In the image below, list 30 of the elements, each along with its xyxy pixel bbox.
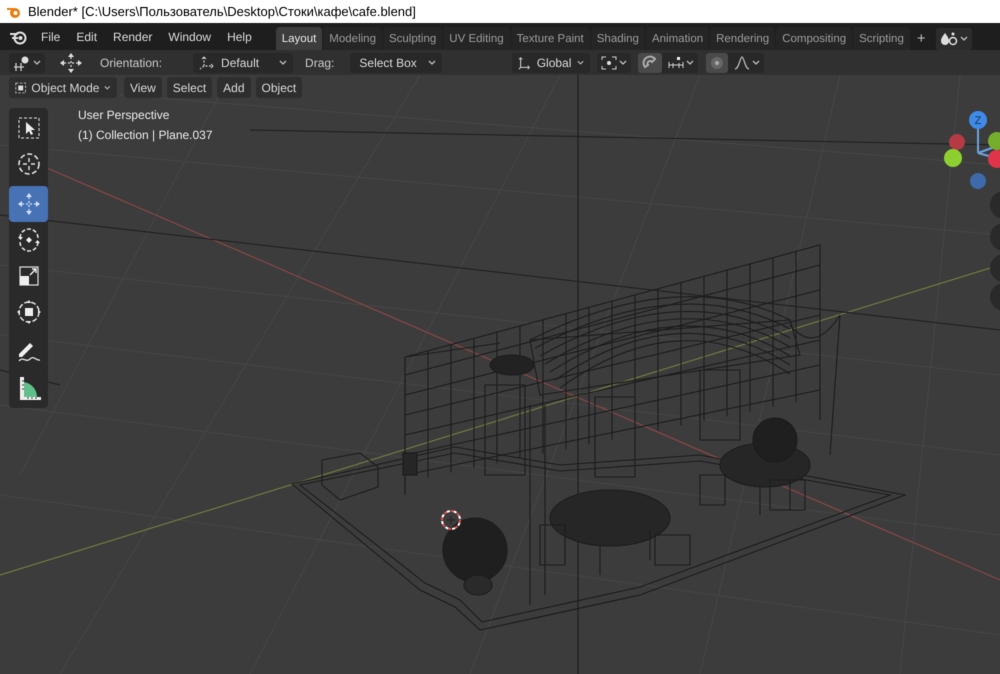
workspace-tab[interactable]: Sculpting — [382, 27, 442, 50]
add-workspace-button[interactable]: + — [910, 27, 932, 50]
workspace-tab[interactable]: Texture Paint — [510, 27, 590, 50]
menu-item[interactable]: Edit — [68, 24, 106, 48]
orientation-label: Orientation: — [100, 56, 162, 70]
view-name: User Perspective — [78, 108, 170, 122]
drag-dropdown[interactable]: Select Box — [350, 52, 442, 72]
window-title: Blender* [C:\Users\Пользователь\Desktop\Стоки\кафе\cafe.blend] — [28, 4, 416, 19]
menu-item[interactable]: Render — [105, 24, 160, 48]
mode-dropdown[interactable]: Object Mode — [9, 77, 117, 98]
transform-orientation-dropdown[interactable]: Global — [512, 52, 590, 72]
orientation-dropdown[interactable]: Default — [193, 52, 294, 72]
workspace-tab[interactable]: Animation — [646, 27, 710, 50]
workspace-tab[interactable]: Shading — [590, 27, 645, 50]
menu-item[interactable]: File — [33, 24, 68, 48]
workspace-tab[interactable]: Compositing — [776, 27, 852, 50]
workspace-tab[interactable]: Scripting — [853, 27, 910, 50]
workspace-tab[interactable]: Modeling — [323, 27, 382, 50]
workspace-tab[interactable]: Layout — [276, 27, 322, 50]
drag-label: Drag: — [305, 56, 334, 70]
viewport-menu[interactable]: View — [124, 77, 162, 98]
axis-label: Z — [974, 115, 982, 127]
workspace-tab[interactable]: UV Editing — [443, 27, 510, 50]
viewport-menu[interactable]: Select — [166, 77, 212, 98]
workspace-tab[interactable]: Rendering — [710, 27, 776, 50]
menu-item[interactable]: Window — [160, 24, 220, 48]
menu-item[interactable]: Help — [219, 24, 260, 48]
viewport-menu[interactable]: Object — [256, 77, 302, 98]
viewport-menu[interactable]: Add — [217, 77, 251, 98]
object-info: (1) Collection | Plane.037 — [78, 128, 213, 142]
